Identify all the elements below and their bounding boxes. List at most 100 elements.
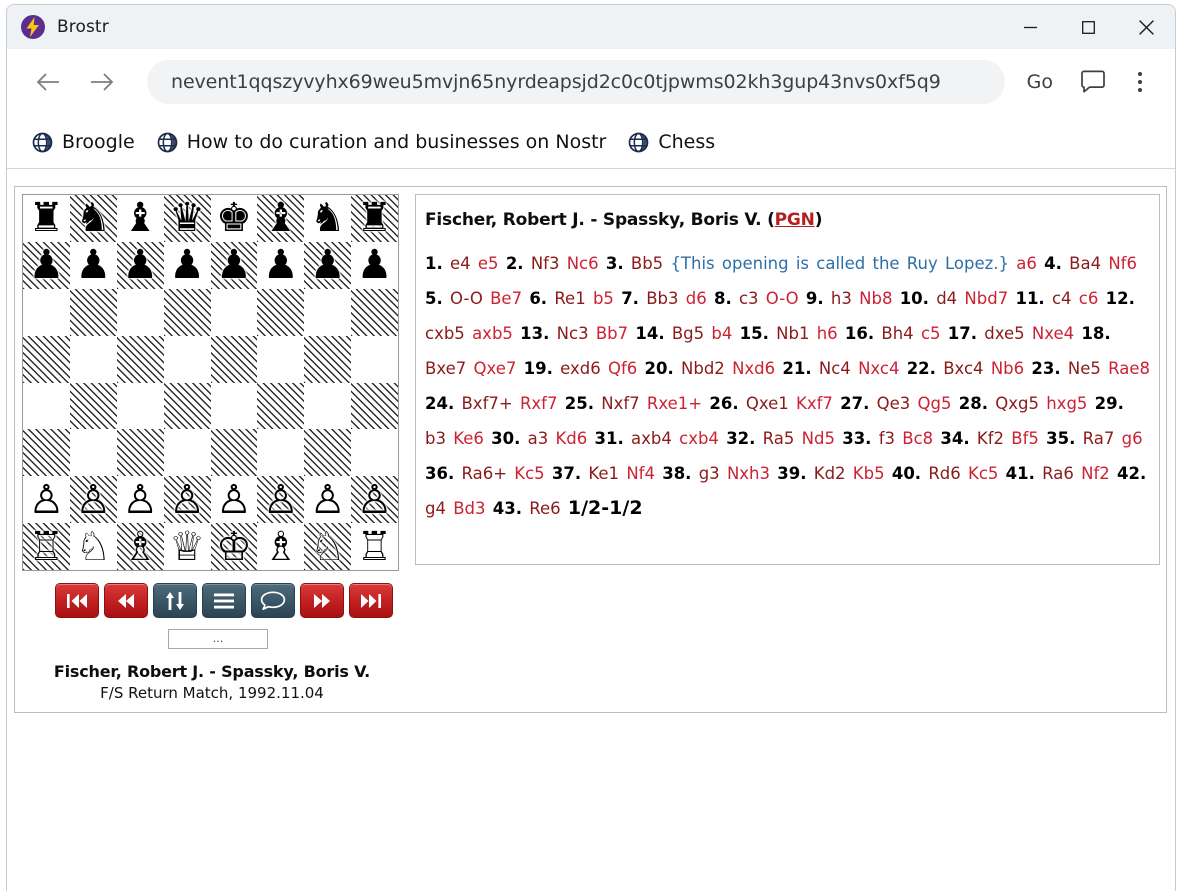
black-move[interactable]: Ke6	[453, 429, 484, 448]
square-f6[interactable]	[257, 288, 305, 336]
white-move[interactable]: Nc3	[557, 324, 589, 343]
square-a2[interactable]: ♙	[23, 476, 70, 524]
square-c2[interactable]: ♙	[116, 476, 164, 524]
white-move[interactable]: Bb3	[646, 289, 678, 308]
white-move[interactable]: Qe3	[877, 394, 911, 413]
kebab-menu-icon[interactable]	[1127, 66, 1153, 98]
square-e6[interactable]	[210, 288, 258, 336]
white-move[interactable]: Ne5	[1068, 359, 1101, 378]
piece-p[interactable]: ♟	[310, 245, 346, 285]
piece-N[interactable]: ♘	[310, 527, 346, 567]
square-g5[interactable]	[304, 335, 352, 383]
black-move[interactable]: Nb8	[859, 289, 892, 308]
square-b4[interactable]	[69, 382, 117, 430]
white-move[interactable]: Nxf7	[601, 394, 639, 413]
black-move[interactable]: Bb7	[596, 324, 628, 343]
bookmark-nostr-curation[interactable]: How to do curation and businesses on Nos…	[157, 131, 606, 153]
white-move[interactable]: O-O	[450, 289, 483, 308]
white-move[interactable]: Bxe7	[425, 359, 466, 378]
black-move[interactable]: Kb5	[853, 464, 885, 483]
black-move[interactable]: g6	[1122, 429, 1143, 448]
white-move[interactable]: Ke1	[588, 464, 619, 483]
chess-board[interactable]: ♜ ♞ ♝ ♛ ♚ ♝ ♞ ♜ ♟ ♟ ♟ ♟ ♟ ♟ ♟ ♟ ♙ ♙ ♙ ♙ ♙ ♙ ♙ ♙ ♖ ♘ ♗ ♕ ♔ ♗ ♘ ♖	[22, 194, 399, 571]
black-move[interactable]: b5	[593, 289, 614, 308]
black-move[interactable]: hxg5	[1046, 394, 1087, 413]
piece-p[interactable]: ♟	[169, 245, 205, 285]
black-move[interactable]: Nxd6	[732, 359, 775, 378]
square-g6[interactable]	[304, 288, 352, 336]
piece-n[interactable]: ♞	[75, 198, 111, 238]
square-f7[interactable]: ♟	[257, 241, 305, 289]
black-move[interactable]: Bd3	[453, 499, 485, 518]
piece-P[interactable]: ♙	[357, 480, 393, 520]
square-c5[interactable]	[116, 335, 164, 383]
black-move[interactable]: c6	[1079, 289, 1099, 308]
white-move[interactable]: g4	[425, 499, 446, 518]
square-e4[interactable]	[210, 382, 258, 430]
black-move[interactable]: Nf6	[1108, 254, 1137, 273]
moves-list-button[interactable]	[202, 583, 246, 618]
square-f2[interactable]: ♙	[257, 476, 305, 524]
piece-k[interactable]: ♚	[216, 198, 252, 238]
piece-P[interactable]: ♙	[29, 480, 65, 520]
white-move[interactable]: c3	[739, 289, 759, 308]
black-move[interactable]: Nxc4	[858, 359, 899, 378]
piece-P[interactable]: ♙	[169, 480, 205, 520]
square-b2[interactable]: ♙	[69, 476, 117, 524]
white-move[interactable]: Kf2	[977, 429, 1004, 448]
black-move[interactable]: axb5	[472, 324, 513, 343]
white-move[interactable]: e4	[450, 254, 471, 273]
white-move[interactable]: Ba4	[1069, 254, 1101, 273]
white-move[interactable]: Nbd2	[681, 359, 725, 378]
black-move[interactable]: Nbd7	[964, 289, 1008, 308]
black-move[interactable]: d6	[686, 289, 707, 308]
white-move[interactable]: Rd6	[928, 464, 960, 483]
piece-p[interactable]: ♟	[29, 245, 65, 285]
next-move-button[interactable]	[300, 583, 344, 618]
square-a8[interactable]: ♜	[23, 195, 70, 242]
piece-r[interactable]: ♜	[29, 198, 65, 238]
piece-q[interactable]: ♛	[169, 198, 205, 238]
black-move[interactable]: Bf5	[1011, 429, 1039, 448]
white-move[interactable]: c4	[1052, 289, 1072, 308]
white-move[interactable]: Bh4	[881, 324, 913, 343]
square-f3[interactable]	[257, 429, 305, 477]
square-c3[interactable]	[116, 429, 164, 477]
white-move[interactable]: g3	[699, 464, 720, 483]
square-g1[interactable]: ♘	[304, 523, 352, 570]
piece-p[interactable]: ♟	[122, 245, 158, 285]
previous-move-button[interactable]	[104, 583, 148, 618]
black-move[interactable]: Bc8	[902, 429, 933, 448]
square-d5[interactable]	[163, 335, 211, 383]
black-move[interactable]: Nf2	[1081, 464, 1110, 483]
black-move[interactable]: Rxe1+	[647, 394, 702, 413]
black-move[interactable]: Nd5	[802, 429, 835, 448]
square-h7[interactable]: ♟	[351, 241, 398, 289]
black-move[interactable]: Rxf7	[520, 394, 558, 413]
forward-arrow-icon[interactable]	[82, 62, 122, 102]
black-move[interactable]: Kxf7	[796, 394, 833, 413]
black-move[interactable]: Nxh3	[727, 464, 770, 483]
square-b5[interactable]	[69, 335, 117, 383]
bookmark-chess[interactable]: Chess	[628, 131, 715, 153]
square-b6[interactable]	[69, 288, 117, 336]
black-move[interactable]: a6	[1016, 254, 1037, 273]
square-b8[interactable]: ♞	[69, 195, 117, 242]
close-button[interactable]	[1117, 5, 1175, 49]
black-move[interactable]: Kc5	[968, 464, 998, 483]
minimize-button[interactable]	[1001, 5, 1059, 49]
piece-p[interactable]: ♟	[263, 245, 299, 285]
square-f8[interactable]: ♝	[257, 195, 305, 242]
square-h2[interactable]: ♙	[351, 476, 398, 524]
piece-b[interactable]: ♝	[263, 198, 299, 238]
square-e5[interactable]	[210, 335, 258, 383]
black-move[interactable]: Nb6	[991, 359, 1024, 378]
square-c6[interactable]	[116, 288, 164, 336]
white-move[interactable]: Re6	[529, 499, 560, 518]
white-move[interactable]: Nb1	[776, 324, 809, 343]
piece-P[interactable]: ♙	[75, 480, 111, 520]
black-move[interactable]: h6	[817, 324, 838, 343]
move-input[interactable]: ...	[168, 629, 268, 649]
flip-board-button[interactable]	[153, 583, 197, 618]
black-move[interactable]: e5	[478, 254, 499, 273]
